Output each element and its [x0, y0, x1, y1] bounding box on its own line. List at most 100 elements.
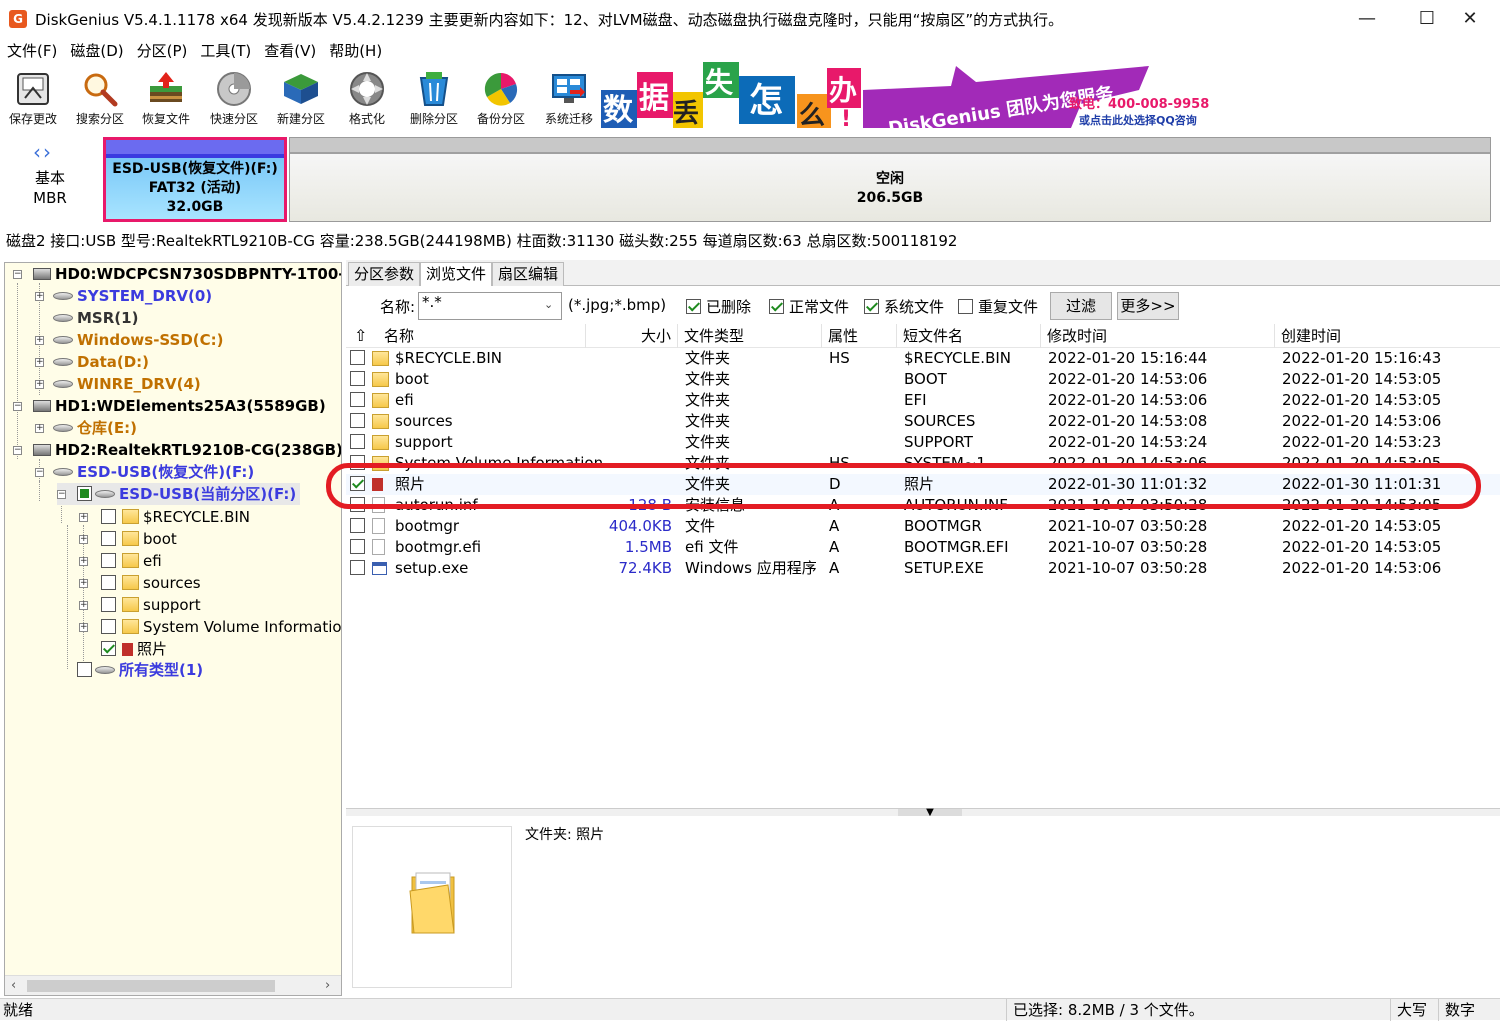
partition-block-esd-usb[interactable]: ESD-USB(恢复文件)(F:) FAT32 (活动) 32.0GB: [103, 137, 287, 222]
tree-checkbox[interactable]: [101, 575, 116, 590]
tab-partition-params[interactable]: 分区参数: [348, 262, 421, 286]
name-filter-input[interactable]: *.*: [418, 292, 562, 320]
minimize-button[interactable]: —: [1337, 0, 1397, 38]
row-checkbox[interactable]: [350, 518, 365, 533]
column-created[interactable]: 创建时间: [1275, 324, 1500, 348]
tree-node-efi[interactable]: + efi: [79, 550, 162, 572]
tree-node-boot[interactable]: + boot: [79, 528, 177, 550]
filter-button[interactable]: 过滤: [1050, 292, 1112, 320]
chevron-down-icon[interactable]: ⌄: [544, 298, 553, 311]
column-type[interactable]: 文件类型: [678, 324, 822, 348]
column-attributes[interactable]: 属性: [822, 324, 897, 348]
expand-icon[interactable]: +: [35, 380, 44, 389]
tree-node-system-drv[interactable]: + SYSTEM_DRV(0): [35, 285, 212, 307]
disk-nav-arrows-icon[interactable]: ‹›: [33, 140, 53, 164]
tree-checkbox[interactable]: [101, 553, 116, 568]
row-checkbox[interactable]: [350, 539, 365, 554]
file-row[interactable]: bootmgr.efi 1.5MB efi 文件 A BOOTMGR.EFI 2021-1…: [346, 537, 1500, 558]
tree-node-photos[interactable]: 照片: [79, 638, 167, 660]
file-row[interactable]: boot 文件夹 BOOT 2022-01-20 14:53:06 2022-01-20…: [346, 369, 1500, 390]
scroll-thumb[interactable]: [27, 980, 275, 992]
partition-block-free[interactable]: 空闲 206.5GB: [289, 137, 1491, 222]
expand-icon[interactable]: +: [35, 424, 44, 433]
tree-node-hd1[interactable]: − HD1:WDElements25A3(5589GB): [13, 395, 326, 417]
tree-node-all-types[interactable]: 所有类型(1): [57, 659, 203, 681]
tree-node-msr[interactable]: MSR(1): [35, 307, 138, 329]
deleted-checkbox[interactable]: 已删除: [686, 296, 751, 317]
expand-icon[interactable]: +: [79, 557, 88, 566]
tree-node-support[interactable]: + support: [79, 594, 201, 616]
expand-icon[interactable]: +: [79, 513, 88, 522]
expand-icon[interactable]: +: [79, 623, 88, 632]
menu-view[interactable]: 查看(V): [257, 40, 322, 61]
row-checkbox[interactable]: [350, 350, 365, 365]
normal-files-checkbox[interactable]: 正常文件: [769, 296, 849, 317]
restore-files-button[interactable]: 恢复文件: [133, 64, 199, 130]
collapse-icon[interactable]: −: [57, 490, 66, 499]
tab-browse-files[interactable]: 浏览文件: [420, 262, 493, 287]
collapse-icon[interactable]: −: [35, 468, 44, 477]
tree-node-svi[interactable]: + System Volume Information: [79, 616, 341, 638]
tree-checkbox[interactable]: [101, 619, 116, 634]
expand-icon[interactable]: +: [79, 579, 88, 588]
tree-horizontal-scrollbar[interactable]: ‹ ›: [5, 975, 341, 995]
file-row[interactable]: bootmgr 404.0KB 文件 A BOOTMGR 2021-10-07 03:50…: [346, 516, 1500, 537]
column-size[interactable]: 大小: [586, 324, 678, 348]
menu-partition[interactable]: 分区(P): [130, 40, 194, 61]
row-checkbox[interactable]: [350, 413, 365, 428]
more-button[interactable]: 更多>>: [1117, 292, 1179, 320]
file-row[interactable]: $RECYCLE.BIN 文件夹 HS $RECYCLE.BIN 2022-01-20 …: [346, 348, 1500, 369]
checkbox-box[interactable]: [686, 299, 701, 314]
row-checkbox[interactable]: [350, 371, 365, 386]
new-partition-button[interactable]: 新建分区: [268, 64, 334, 130]
system-migrate-button[interactable]: 系统迁移: [536, 64, 602, 130]
row-checkbox[interactable]: [350, 434, 365, 449]
tree-checkbox[interactable]: [77, 486, 92, 501]
tree-checkbox[interactable]: [101, 597, 116, 612]
tree-checkbox[interactable]: [101, 509, 116, 524]
scroll-right-icon[interactable]: ›: [325, 976, 330, 995]
file-row[interactable]: support 文件夹 SUPPORT 2022-01-20 14:53:24 2022…: [346, 432, 1500, 453]
checkbox-box[interactable]: [958, 299, 973, 314]
column-name[interactable]: 名称: [378, 324, 586, 348]
tree-node-hd2[interactable]: − HD2:RealtekRTL9210B-CG(238GB): [13, 439, 341, 461]
expand-icon[interactable]: +: [35, 358, 44, 367]
tree-node-windows-ssd[interactable]: + Windows-SSD(C:): [35, 329, 224, 351]
tree-node-data-d[interactable]: + Data(D:): [35, 351, 149, 373]
expand-icon[interactable]: +: [35, 292, 44, 301]
scroll-left-icon[interactable]: ‹: [11, 976, 16, 995]
file-row[interactable]: setup.exe 72.4KB Windows 应用程序 A SETUP.EXE 202…: [346, 558, 1500, 579]
format-button[interactable]: 格式化: [334, 64, 400, 130]
search-partition-button[interactable]: 搜索分区: [67, 64, 133, 130]
collapse-icon[interactable]: −: [13, 270, 22, 279]
delete-partition-button[interactable]: 删除分区: [401, 64, 467, 130]
tree-node-esd-current[interactable]: − ESD-USB(当前分区)(F:): [57, 483, 301, 505]
quick-partition-button[interactable]: 快速分区: [201, 64, 267, 130]
backup-partition-button[interactable]: 备份分区: [468, 64, 534, 130]
system-files-checkbox[interactable]: 系统文件: [864, 296, 944, 317]
tree-checkbox[interactable]: [101, 641, 116, 656]
tree-node-recycle[interactable]: + $RECYCLE.BIN: [79, 506, 250, 528]
duplicate-files-checkbox[interactable]: 重复文件: [958, 296, 1038, 317]
menu-file[interactable]: 文件(F): [0, 40, 63, 61]
tree-node-hd0[interactable]: − HD0:WDCPCSN730SDBPNTY-1T00-11: [13, 263, 341, 285]
tree-checkbox[interactable]: [101, 531, 116, 546]
menu-tools[interactable]: 工具(T): [193, 40, 257, 61]
checkbox-box[interactable]: [864, 299, 879, 314]
tree-node-cangku[interactable]: + 仓库(E:): [35, 417, 137, 439]
column-modified[interactable]: 修改时间: [1041, 324, 1275, 348]
file-row[interactable]: sources 文件夹 SOURCES 2022-01-20 14:53:08 2022…: [346, 411, 1500, 432]
column-short-name[interactable]: 短文件名: [897, 324, 1041, 348]
row-checkbox[interactable]: [350, 392, 365, 407]
tree-node-winre[interactable]: + WINRE_DRV(4): [35, 373, 201, 395]
tree-checkbox[interactable]: [77, 662, 92, 677]
close-button[interactable]: ✕: [1440, 0, 1500, 38]
checkbox-box[interactable]: [769, 299, 784, 314]
service-banner[interactable]: 数 据 丢 失 怎 么 办 ! DiskGenius 团队为您服务 致电：400…: [601, 62, 1213, 128]
collapse-icon[interactable]: −: [13, 446, 22, 455]
expand-icon[interactable]: +: [35, 336, 44, 345]
row-checkbox[interactable]: [350, 560, 365, 575]
menu-help[interactable]: 帮助(H): [322, 40, 388, 61]
expand-icon[interactable]: +: [79, 601, 88, 610]
file-row[interactable]: efi 文件夹 EFI 2022-01-20 14:53:06 2022-01-20 1…: [346, 390, 1500, 411]
